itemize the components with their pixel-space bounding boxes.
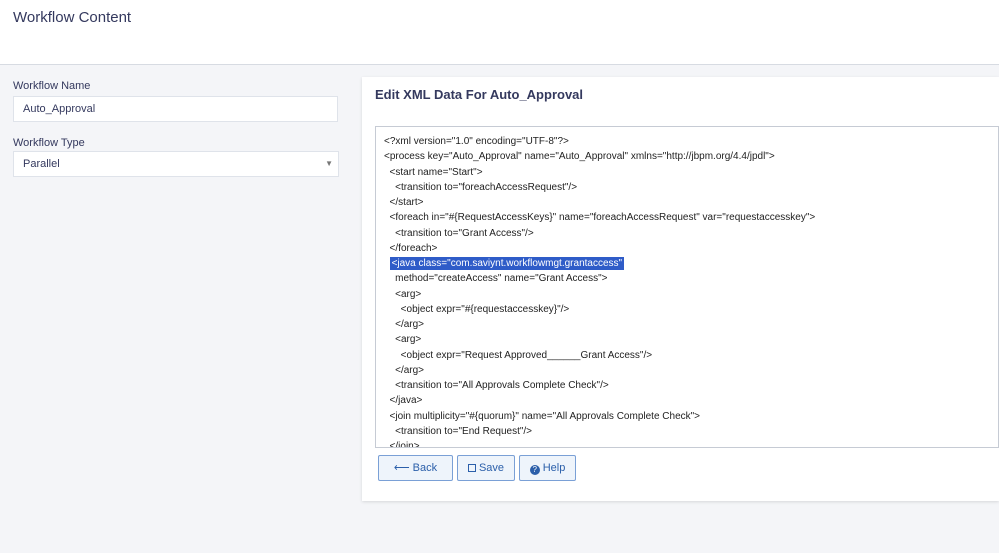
- xml-line: <process key="Auto_Approval" name="Auto_…: [384, 151, 775, 163]
- workflow-name-field[interactable]: Auto_Approval: [13, 96, 338, 122]
- xml-line: <transition to="All Approvals Complete C…: [384, 380, 609, 391]
- xml-line: </java>: [384, 395, 423, 407]
- save-button-label: Save: [478, 462, 505, 474]
- back-button[interactable]: ⟵ Back: [378, 455, 453, 481]
- workflow-name-label: Workflow Name: [13, 80, 91, 92]
- xml-line: <object expr="Request Approved______Gran…: [384, 349, 653, 361]
- xml-line: <transition to="End Request"/>: [384, 425, 533, 437]
- save-button[interactable]: Save: [457, 455, 515, 481]
- xml-line: </arg>: [384, 364, 425, 376]
- workflow-type-select[interactable]: Parallel ▼: [13, 151, 339, 177]
- xml-line: <java class="com.saviynt.workflowmgt.gra…: [384, 257, 625, 271]
- xml-line: <?xml version="1.0" encoding="UTF-8"?>: [384, 136, 569, 147]
- xml-line: </foreach>: [384, 242, 438, 254]
- page-title: Workflow Content: [13, 9, 132, 26]
- selected-text: <java class="com.saviynt.workflowmgt.gra…: [389, 257, 625, 270]
- xml-line: <foreach in="#{RequestAccessKeys}" name=…: [384, 212, 816, 224]
- chevron-down-icon: ▼: [325, 159, 333, 168]
- xml-editor-panel: Edit XML Data For Auto_Approval <?xml ve…: [362, 77, 999, 501]
- workflow-type-label: Workflow Type: [13, 137, 85, 149]
- xml-line: <start name="Start">: [384, 166, 483, 178]
- xml-line: <arg>: [384, 288, 422, 300]
- xml-line: <arg>: [384, 334, 422, 346]
- arrow-left-icon: ⟵: [393, 462, 410, 474]
- help-button[interactable]: ? Help: [519, 455, 576, 481]
- question-circle-icon: ?: [529, 465, 540, 475]
- xml-line: </join>: [384, 441, 420, 448]
- editor-title: Edit XML Data For Auto_Approval: [375, 87, 584, 102]
- help-button-label: Help: [542, 462, 566, 474]
- xml-line: <transition to="Grant Access"/>: [384, 227, 534, 239]
- xml-line: <join multiplicity="#{quorum}" name="All…: [384, 410, 701, 422]
- floppy-disk-icon: [467, 464, 476, 472]
- xml-line: method="createAccess" name="Grant Access…: [384, 273, 608, 285]
- back-button-label: Back: [412, 462, 438, 474]
- xml-editor-textarea[interactable]: <?xml version="1.0" encoding="UTF-8"?> <p…: [375, 126, 999, 448]
- workflow-type-value: Parallel: [23, 158, 60, 170]
- xml-line: <transition to="foreachAccessRequest"/>: [384, 181, 578, 193]
- xml-line: </start>: [384, 197, 424, 208]
- xml-line: <object expr="#{requestaccesskey}"/>: [384, 303, 570, 315]
- xml-line: </arg>: [384, 319, 425, 330]
- page-header: Workflow Content: [0, 0, 999, 65]
